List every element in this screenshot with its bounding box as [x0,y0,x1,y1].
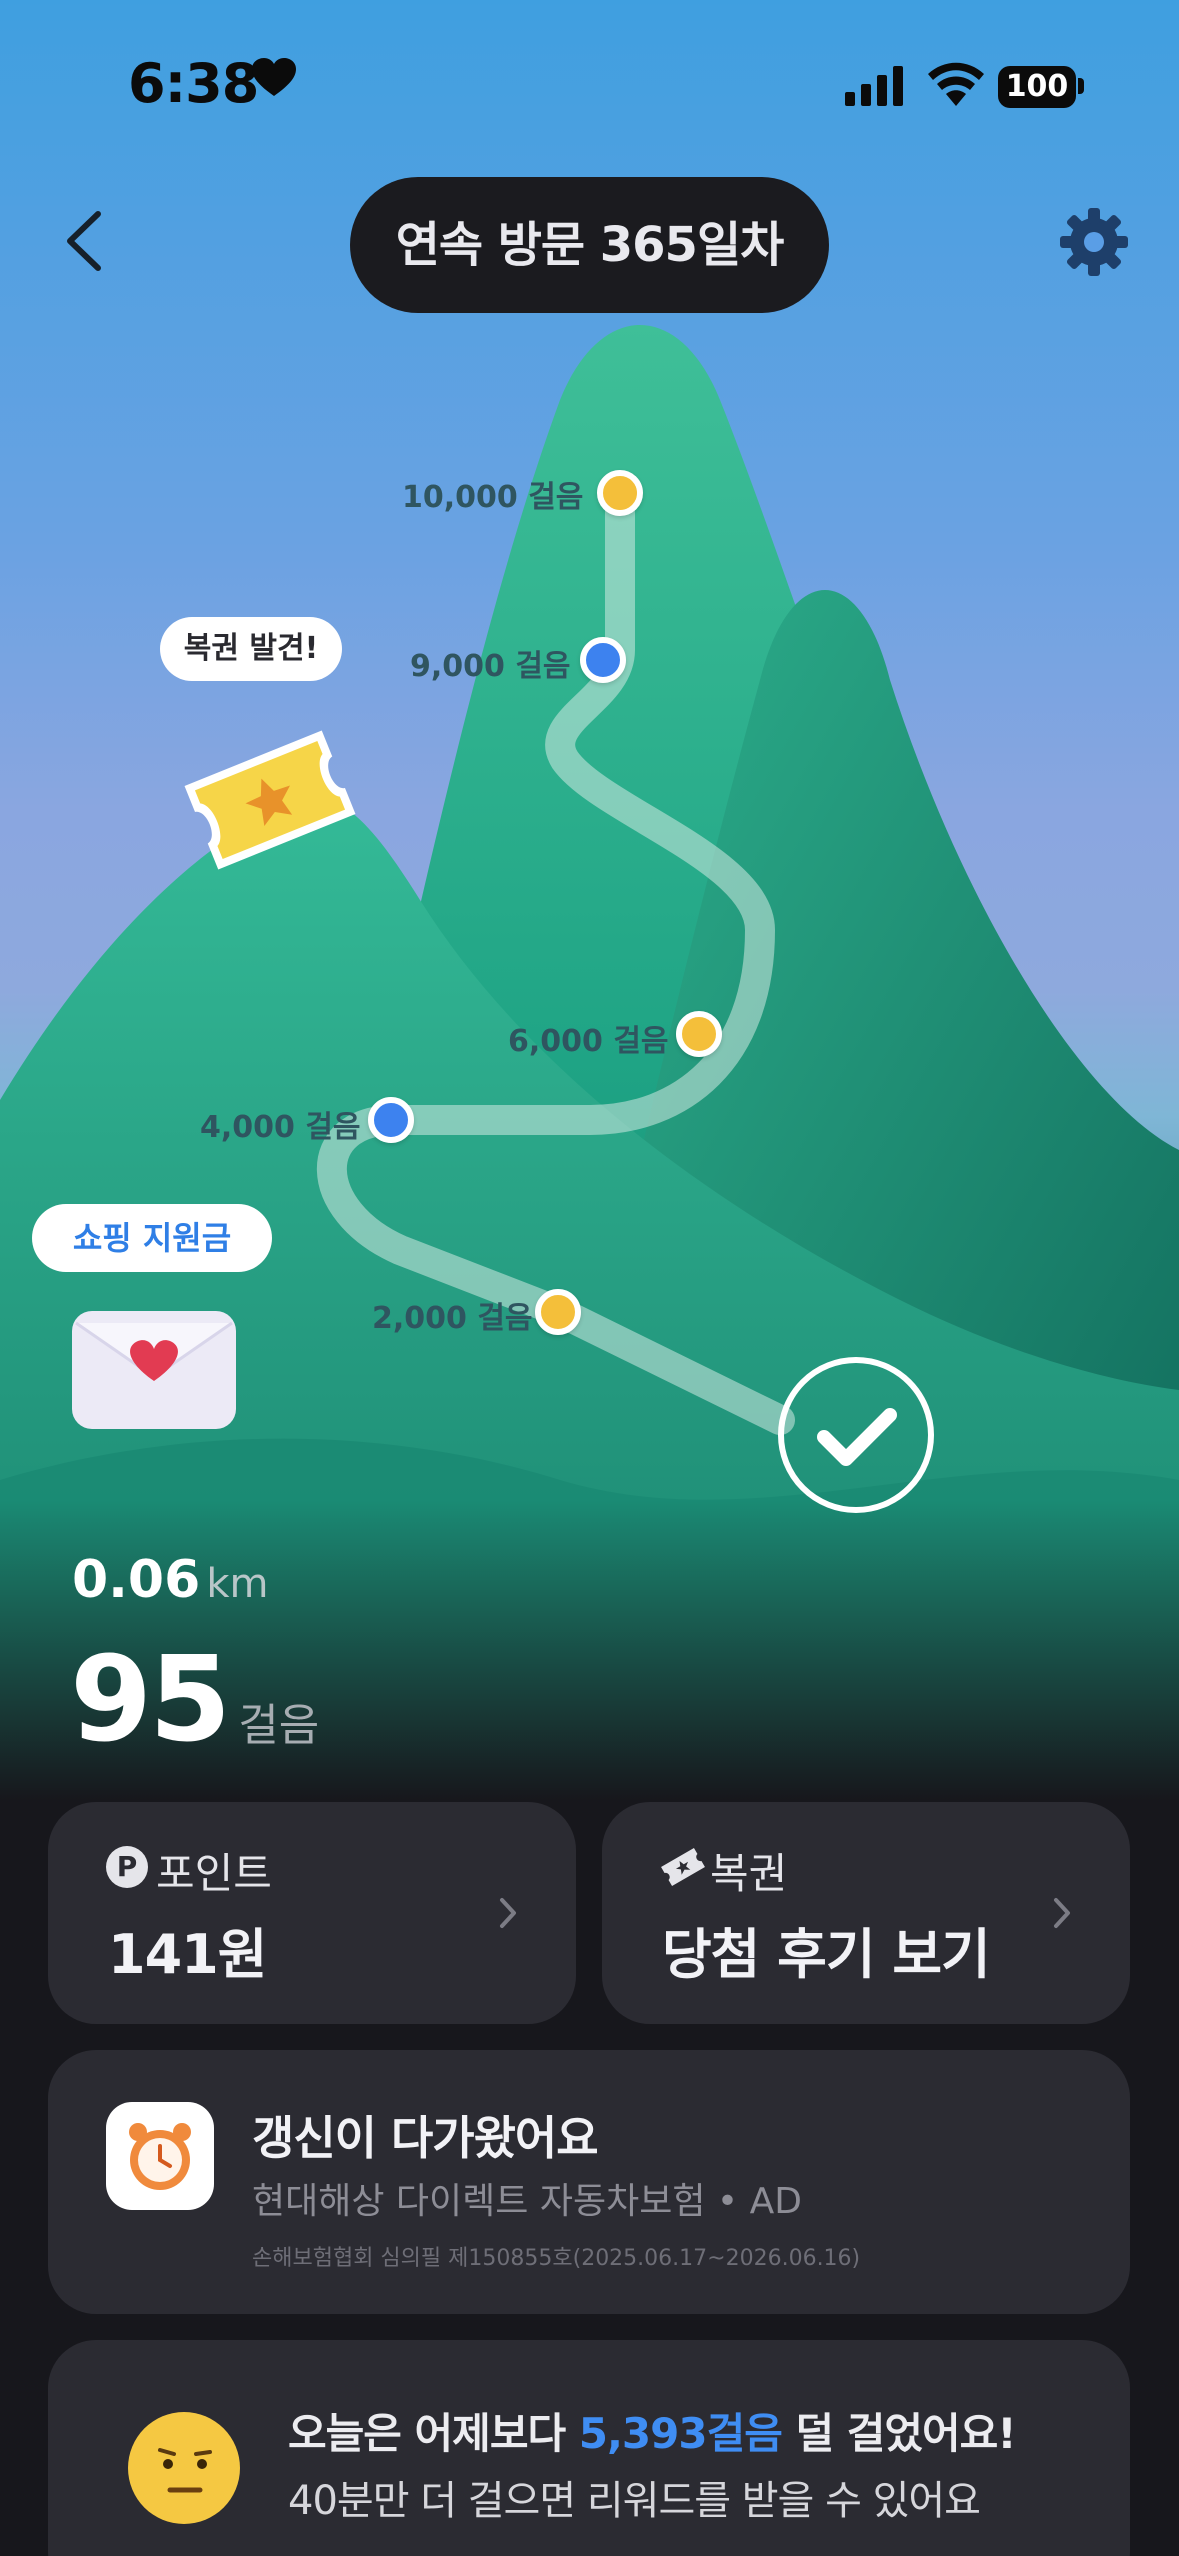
comparison-subtext: 40분만 더 걸으면 리워드를 받을 수 있어요 [288,2478,981,2524]
lottery-found-bubble[interactable]: 복권 발견! [160,617,342,681]
milestone-dot[interactable] [597,470,643,516]
step-count-value: 95 [70,1630,231,1768]
chevron-right-icon [500,1898,516,1928]
ticket-icon [661,1847,705,1887]
distance-value: 0.06 [72,1550,201,1610]
shopping-support-bubble[interactable]: 쇼핑 지원금 [32,1204,272,1272]
wifi-icon [928,62,984,106]
envelope-heart-icon[interactable] [68,1305,240,1435]
milestone-label: 2,000 걸음 [372,1301,533,1336]
comparison-highlight: 5,393걸음 [578,2409,783,2458]
lottery-label: 복권 [710,1849,788,1898]
distance-unit: km [206,1561,269,1607]
milestone-dot[interactable] [368,1097,414,1143]
page-title: 연속 방문 365일차 [350,177,829,313]
lottery-card[interactable]: 복권 당첨 후기 보기 [602,1802,1130,2024]
point-value: 141원 [108,1923,267,1986]
back-chevron-icon[interactable] [56,206,116,276]
milestone-dot[interactable] [676,1011,722,1057]
comparison-prefix: 오늘은 어제보다 [288,2409,579,2458]
current-position-check [778,1357,934,1513]
milestone-dot[interactable] [535,1289,581,1335]
milestone-label: 4,000 걸음 [200,1110,361,1145]
ad-app-icon [106,2102,214,2210]
heart-icon [252,58,296,96]
point-card[interactable]: P 포인트 141원 [48,1802,576,2024]
lottery-ticket-icon[interactable] [180,715,360,885]
ad-disclaimer: 손해보험협회 심의필 제150855호(2025.06.17~2026.06.1… [252,2246,861,2271]
gear-icon[interactable] [1058,206,1130,278]
ad-card[interactable]: 갱신이 다가왔어요 현대해상 다이렉트 자동차보험 • AD 손해보험협회 심의… [48,2050,1130,2314]
check-icon [817,1408,897,1466]
neutral-face-icon [128,2412,240,2524]
signal-icon [845,66,903,106]
step-comparison-card[interactable]: 오늘은 어제보다 5,393걸음 덜 걸었어요! 40분만 더 걸으면 리워드를… [48,2340,1130,2556]
milestone-dot[interactable] [580,637,626,683]
milestone-label: 10,000 걸음 [402,480,584,515]
ad-subtitle: 현대해상 다이렉트 자동차보험 • AD [252,2181,802,2222]
milestone-label: 9,000 걸음 [410,649,571,684]
point-icon: P [106,1846,148,1888]
step-count-unit: 걸음 [238,1700,320,1751]
milestone-label: 6,000 걸음 [508,1024,669,1059]
step-count: 95 걸음 [70,1630,319,1768]
battery-indicator: 100 [998,66,1076,108]
chevron-right-icon [1054,1898,1070,1928]
battery-tip [1078,78,1084,94]
lottery-value: 당첨 후기 보기 [662,1923,991,1986]
status-time: 6:38 [128,52,259,115]
ad-title: 갱신이 다가왔어요 [252,2111,599,2165]
distance-readout: 0.06 km [72,1550,268,1610]
point-label: 포인트 [156,1849,272,1898]
status-bar: 6:38 100 [0,0,1179,170]
comparison-headline: 오늘은 어제보다 5,393걸음 덜 걸었어요! [288,2400,1016,2461]
alarm-clock-icon [129,2123,191,2190]
comparison-suffix: 덜 걸었어요! [781,2409,1016,2458]
